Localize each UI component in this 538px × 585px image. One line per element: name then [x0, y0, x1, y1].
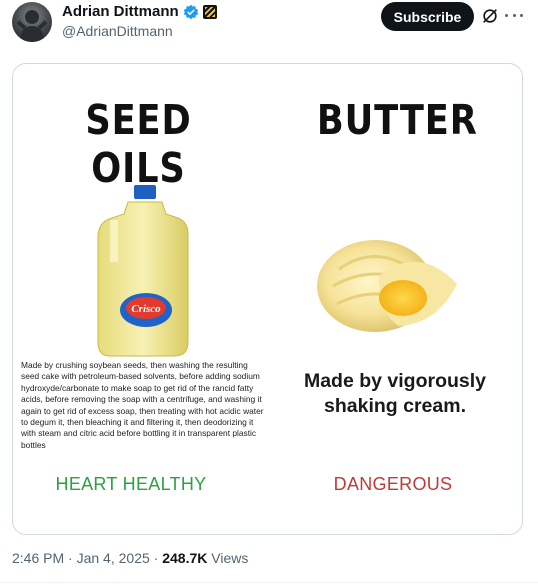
tweet-image[interactable]: SEED OILS BUTTER Crisco Made by crushing… [12, 63, 523, 535]
post-time[interactable]: 2:46 PM [12, 550, 64, 566]
name-row: Adrian Dittmann [62, 3, 217, 20]
views-count: 248.7K [162, 550, 208, 566]
meme-image: SEED OILS BUTTER Crisco Made by crushing… [13, 64, 522, 534]
meta-separator: · [153, 550, 159, 566]
post-date[interactable]: Jan 4, 2025 [77, 550, 150, 566]
bottom-divider [0, 582, 538, 583]
butter-description: Made by vigorously shaking cream. [303, 370, 487, 417]
heart-healthy-label: HEART HEALTHY [55, 474, 207, 494]
display-name[interactable]: Adrian Dittmann [62, 3, 179, 20]
avatar[interactable] [12, 2, 52, 42]
subscribe-button[interactable]: Subscribe [381, 2, 474, 31]
oil-bottle-image: Crisco [97, 185, 189, 357]
grok-icon[interactable] [481, 7, 499, 25]
bottle-brand-text: Crisco [131, 303, 161, 315]
tweet-meta: 2:46 PM · Jan 4, 2025 · 248.7K Views [12, 550, 248, 566]
views-label: Views [211, 550, 249, 566]
handle[interactable]: @AdrianDittmann [62, 23, 173, 39]
seed-oils-title: SEED OILS [85, 96, 192, 192]
butter-curl-image [317, 240, 457, 332]
affiliation-badge-icon[interactable] [202, 4, 217, 19]
seed-oils-description: Made by crushing soybean seeds, then was… [21, 360, 264, 450]
verified-badge-icon [183, 4, 198, 19]
meta-separator: · [68, 550, 73, 566]
more-options-icon[interactable] [505, 6, 523, 24]
butter-title: BUTTER [316, 96, 478, 144]
tweet-header: Adrian Dittmann @AdrianDittmann Subscrib… [0, 0, 538, 56]
dangerous-label: DANGEROUS [333, 474, 453, 494]
